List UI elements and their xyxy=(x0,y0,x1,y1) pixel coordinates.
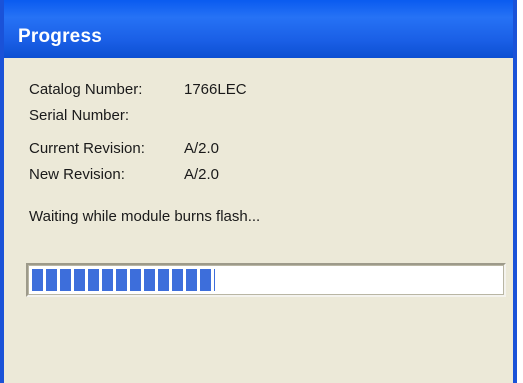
new-revision-label: New Revision: xyxy=(29,166,125,183)
serial-number-label: Serial Number: xyxy=(29,107,130,124)
progress-bar xyxy=(26,263,506,297)
catalog-number-value: 1766LEC xyxy=(184,81,247,98)
window-title: Progress xyxy=(18,26,102,47)
current-revision-value: A/2.0 xyxy=(184,140,220,157)
catalog-number-label: Catalog Number: xyxy=(29,81,143,98)
progress-fill xyxy=(32,269,215,291)
new-revision-value: A/2.0 xyxy=(184,166,220,183)
current-revision-label: Current Revision: xyxy=(29,140,145,157)
status-message: Waiting while module burns flash... xyxy=(29,208,261,225)
dialog-content: Catalog Number: 1766LEC Serial Number: C… xyxy=(4,58,513,383)
title-bar[interactable]: Progress xyxy=(4,0,513,58)
progress-dialog: Progress Catalog Number: 1766LEC Serial … xyxy=(0,0,517,383)
